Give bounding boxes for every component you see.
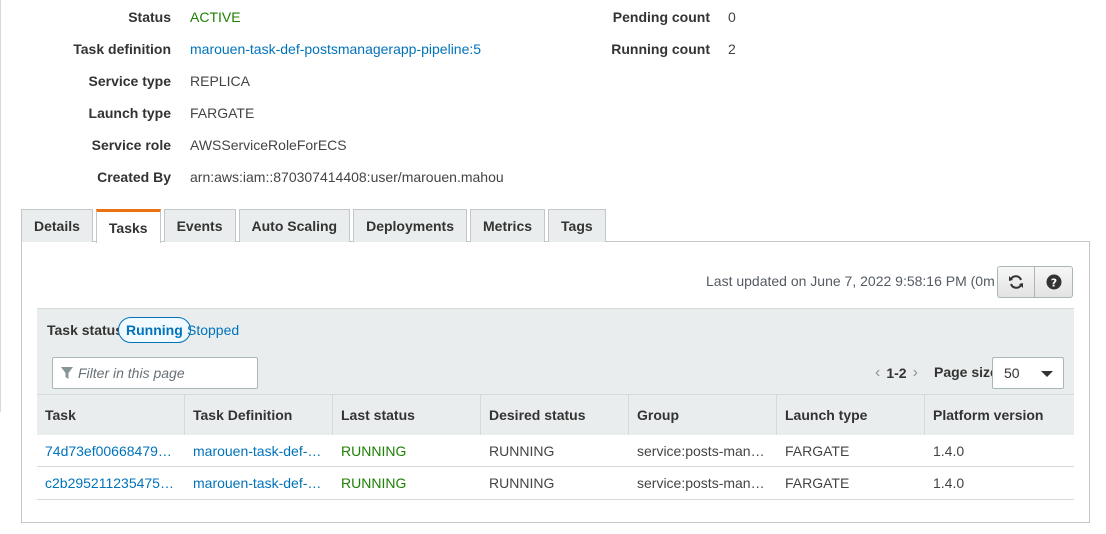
launch-type-cell: FARGATE	[785, 442, 850, 459]
filter-input[interactable]: Filter in this page	[52, 357, 258, 389]
platform-version-cell: 1.4.0	[933, 442, 965, 459]
page-range: 1-2	[886, 365, 907, 381]
platform-version-cell: 1.4.0	[933, 474, 965, 491]
last-status-cell: RUNNING	[341, 474, 407, 491]
task-id-link[interactable]: c2b2952112354757b5…	[45, 475, 185, 491]
column-header-task-definition[interactable]: Task Definition	[185, 395, 333, 435]
tab-auto-scaling[interactable]: Auto Scaling	[238, 209, 351, 242]
service-type-label: Service type	[88, 73, 172, 89]
pending-count-label: Pending count	[612, 9, 710, 25]
launch-type-value: FARGATE	[190, 105, 255, 121]
launch-type-cell: FARGATE	[785, 474, 850, 491]
tab-details[interactable]: Details	[21, 209, 93, 242]
tab-tags[interactable]: Tags	[548, 209, 606, 242]
left-divider	[0, 0, 1, 412]
task-definition-label: Task definition	[73, 41, 171, 57]
column-header-last-status[interactable]: Last status	[333, 395, 481, 435]
filter-placeholder: Filter in this page	[78, 365, 185, 381]
task-status-bar: Task status: Running Stopped	[37, 308, 1074, 351]
running-count-label: Running count	[611, 41, 710, 57]
group-cell: service:posts-manage…	[637, 474, 777, 491]
filter-running-pill[interactable]: Running	[118, 317, 191, 343]
caret-down-icon	[1041, 371, 1053, 377]
table-header: Task Task Definition Last status Desired…	[37, 394, 1074, 436]
created-by-label: Created By	[97, 169, 171, 185]
tab-tasks[interactable]: Tasks	[95, 209, 161, 243]
desired-status-cell: RUNNING	[489, 442, 555, 459]
pending-count-value: 0	[728, 9, 736, 25]
refresh-icon	[1009, 275, 1023, 289]
last-status-cell: RUNNING	[341, 442, 407, 459]
help-button[interactable]: ?	[1035, 266, 1073, 298]
service-role-label: Service role	[91, 137, 171, 153]
task-id-link[interactable]: 74d73ef006684796a7…	[45, 443, 185, 459]
running-count-value: 2	[728, 41, 736, 57]
status-label: Status	[128, 9, 171, 25]
page-size-value: 50	[1004, 365, 1020, 381]
tab-deployments[interactable]: Deployments	[353, 209, 467, 242]
chevron-right-icon[interactable]: ›	[913, 364, 918, 382]
column-header-launch-type[interactable]: Launch type	[777, 395, 925, 435]
chevron-left-icon[interactable]: ‹	[875, 364, 880, 382]
task-definition-link[interactable]: marouen-task-def-postsmanagerapp-pipelin…	[190, 41, 481, 57]
task-definition-cell-link[interactable]: marouen-task-def-pos…	[193, 475, 333, 491]
service-type-value: REPLICA	[190, 73, 250, 89]
filter-row: Filter in this page ‹ 1-2 › Page size 50	[37, 351, 1074, 394]
launch-type-label: Launch type	[88, 105, 171, 121]
created-by-value: arn:aws:iam::870307414408:user/marouen.m…	[190, 169, 504, 185]
task-definition-cell-link[interactable]: marouen-task-def-pos…	[193, 443, 333, 459]
help-icon: ?	[1046, 274, 1061, 290]
tab-events[interactable]: Events	[163, 209, 236, 242]
column-header-desired-status[interactable]: Desired status	[481, 395, 629, 435]
table-row: c2b2952112354757b5… marouen-task-def-pos…	[37, 467, 1074, 500]
column-header-group[interactable]: Group	[629, 395, 777, 435]
table-row: 74d73ef006684796a7… marouen-task-def-pos…	[37, 435, 1074, 467]
column-header-task[interactable]: Task	[37, 395, 185, 435]
filter-icon	[61, 367, 73, 379]
page-size-select[interactable]: 50	[992, 357, 1064, 389]
last-updated-text: Last updated on June 7, 2022 9:58:16 PM …	[706, 273, 1027, 289]
svg-text:?: ?	[1050, 276, 1056, 289]
pagination: ‹ 1-2 ›	[875, 364, 918, 382]
tab-metrics[interactable]: Metrics	[470, 209, 546, 242]
page-size-label: Page size	[934, 364, 998, 380]
service-role-value: AWSServiceRoleForECS	[190, 137, 347, 153]
tab-bar: Details Tasks Events Auto Scaling Deploy…	[21, 209, 606, 243]
desired-status-cell: RUNNING	[489, 474, 555, 491]
status-value: ACTIVE	[190, 9, 241, 25]
filter-stopped-link[interactable]: Stopped	[187, 322, 239, 338]
refresh-button[interactable]	[997, 266, 1035, 298]
group-cell: service:posts-manage…	[637, 442, 777, 459]
column-header-platform-version[interactable]: Platform version	[925, 395, 1074, 435]
task-status-label: Task status:	[47, 322, 128, 338]
